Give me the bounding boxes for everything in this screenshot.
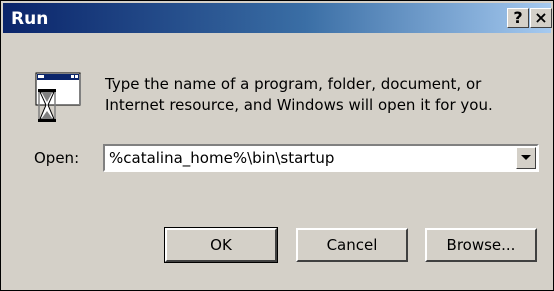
help-button[interactable]: ? <box>507 8 529 28</box>
instruction-text: Type the name of a program, folder, docu… <box>105 74 535 116</box>
title-bar[interactable]: Run ? × <box>3 3 552 33</box>
run-program-icon <box>35 71 83 125</box>
chevron-down-icon <box>521 155 531 160</box>
cancel-button[interactable]: Cancel <box>296 228 408 262</box>
window-title: Run <box>11 9 49 29</box>
ok-button[interactable]: OK <box>164 227 278 263</box>
instruction-line-1: Type the name of a program, folder, docu… <box>105 75 482 93</box>
browse-button[interactable]: Browse... <box>425 228 537 262</box>
open-label: Open: <box>34 149 80 167</box>
open-combobox[interactable] <box>103 144 539 172</box>
close-button[interactable]: × <box>530 8 552 28</box>
instruction-line-2: Internet resource, and Windows will open… <box>105 96 493 114</box>
dropdown-button[interactable] <box>516 147 536 169</box>
open-input[interactable] <box>109 148 509 168</box>
run-dialog: Run ? × Type the name of a program, fold… <box>0 0 554 291</box>
